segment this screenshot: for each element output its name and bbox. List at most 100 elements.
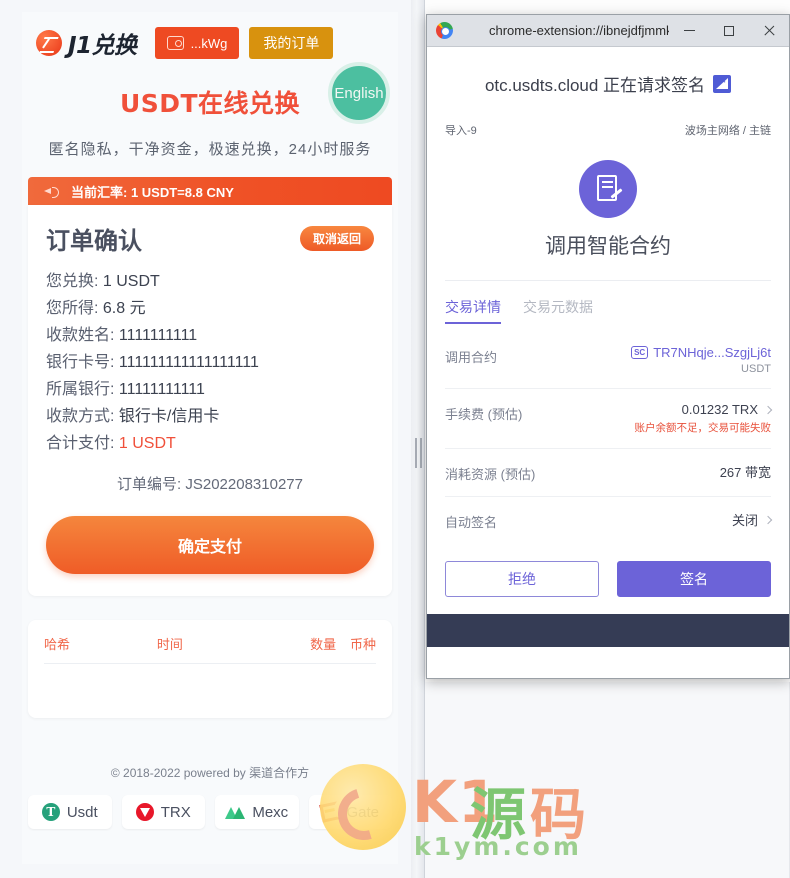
column-header-time: 时间 [156, 637, 183, 652]
site-header: J1兑换 ...kWg 我的订单 [22, 12, 398, 66]
right-background-strip [425, 682, 790, 878]
order-detail-label: 合计支付: [46, 435, 119, 452]
splitter-drag-handle-icon[interactable] [414, 438, 422, 468]
maximize-icon [724, 25, 734, 36]
exchange-page: J1兑换 ...kWg 我的订单 USDT在线兑换 English 匿名隐私，干… [0, 0, 420, 878]
wallet-icon [166, 36, 184, 50]
wallet-address-label: ...kWg [190, 35, 228, 51]
chrome-logo-icon [436, 22, 453, 39]
exchange-page-inner: J1兑换 ...kWg 我的订单 USDT在线兑换 English 匿名隐私，干… [22, 12, 398, 864]
exchange-rate-text: 当前汇率: 1 USDT=8.8 CNY [71, 184, 234, 200]
partner-chip-trx[interactable]: TRX [121, 795, 205, 829]
order-detail-label: 所属银行: [46, 381, 119, 398]
wallet-address-button[interactable]: ...kWg [154, 27, 240, 59]
transaction-detail-list: 调用合约 SC TR7NHqje...SzgjLj6t USDT 手续费 (预估) 0.0… [445, 332, 773, 544]
account-network-row: 导入-9 波场主网络 / 主链 [445, 122, 771, 138]
mexc-icon [225, 805, 246, 819]
order-detail-label: 您所得: [46, 300, 103, 317]
detail-value-line: SC TR7NHqje...SzgjLj6t [631, 345, 771, 360]
order-detail-label: 银行卡号: [46, 354, 119, 371]
order-detail-row: 银行卡号: 111111111111111111 [46, 349, 374, 376]
detail-value-group: 267 带宽 [720, 462, 771, 481]
detail-row[interactable]: 自动签名 关闭 [445, 497, 773, 544]
signature-request-heading: otc.usdts.cloud 正在请求签名 [445, 47, 771, 96]
detail-value-group: 关闭 [731, 510, 773, 529]
detail-subvalue: USDT [741, 363, 771, 375]
usdt-icon: T [41, 803, 60, 821]
brand-logo[interactable]: J1兑换 [36, 26, 137, 60]
detail-value: 关闭 [731, 513, 758, 528]
order-detail-value: 6.8 元 [102, 300, 146, 317]
partner-chip-usdt[interactable]: T Usdt [28, 795, 112, 829]
chevron-right-icon[interactable] [763, 515, 773, 524]
tronlink-extension-window: chrome-extension://ibnejdfjmmk... otc.us… [426, 14, 790, 679]
tronlink-icon [713, 74, 732, 93]
screenshot-root: J1兑换 ...kWg 我的订单 USDT在线兑换 English 匿名隐私，干… [0, 0, 790, 878]
tab-transaction-details[interactable]: 交易详情 [445, 297, 501, 324]
insufficient-balance-warning: 账户余额不足，交易可能失败 [634, 422, 772, 434]
vertical-splitter[interactable] [411, 0, 425, 878]
order-card-header: 订单确认 取消返回 [46, 221, 374, 256]
cancel-return-button[interactable]: 取消返回 [299, 226, 374, 251]
detail-value-group: 0.01232 TRX 账户余额不足，交易可能失败 [634, 402, 773, 435]
order-card-title: 订单确认 [46, 228, 142, 255]
order-detail-value: 11111111111 [118, 381, 205, 398]
smart-contract-icon [579, 160, 637, 218]
order-detail-rows: 您兑换: 1 USDT 您所得: 6.8 元收款姓名: 1111111111 银行卡… [46, 268, 374, 457]
detail-value-line: 267 带宽 [720, 462, 771, 481]
detail-row[interactable]: 手续费 (预估) 0.01232 TRX 账户余额不足，交易可能失败 [445, 389, 773, 449]
order-detail-value: 1 USDT [118, 435, 176, 452]
signature-request-text: otc.usdts.cloud 正在请求签名 [484, 76, 706, 95]
extension-body: otc.usdts.cloud 正在请求签名 导入-9 波场主网络 / 主链 调… [427, 47, 789, 647]
j1-logo-icon [36, 30, 62, 56]
detail-value-line: 0.01232 TRX [635, 402, 773, 417]
language-toggle-english[interactable]: English [328, 62, 390, 124]
extension-titlebar[interactable]: chrome-extension://ibnejdfjmmk... [427, 15, 789, 47]
detail-value[interactable]: TR7NHqje...SzgjLj6t [653, 345, 771, 360]
detail-label: 消耗资源 (预估) [445, 467, 536, 482]
page-tagline: 匿名隐私，干净资金，极速兑换，24小时服务 [48, 141, 372, 158]
maximize-button[interactable] [709, 15, 749, 47]
close-button[interactable] [749, 15, 789, 47]
transaction-table-header: 哈希 时间 数量 币种 [44, 634, 376, 664]
transaction-table-card: 哈希 时间 数量 币种 [28, 620, 392, 718]
trx-icon [135, 803, 154, 821]
detail-label: 手续费 (预估) [445, 407, 523, 422]
partner-chip-mexc[interactable]: Mexc [215, 795, 299, 829]
extension-action-bar: 拒绝 签名 [445, 561, 771, 597]
detail-label: 自动签名 [445, 515, 498, 530]
order-number-row: 订单编号: JS202208310277 [46, 473, 374, 494]
partner-name: Gate [346, 803, 380, 821]
transaction-table-body [44, 664, 376, 692]
order-detail-row: 您所得: 6.8 元 [46, 295, 374, 322]
column-header-amount: 数量 [310, 637, 337, 652]
megaphone-icon [44, 185, 59, 198]
reject-button[interactable]: 拒绝 [445, 561, 599, 597]
my-orders-button[interactable]: 我的订单 [249, 27, 334, 59]
extension-footer-bar [427, 614, 789, 647]
chevron-right-icon[interactable] [763, 405, 773, 414]
order-detail-value: 111111111111111111 [118, 354, 259, 371]
tab-transaction-metadata[interactable]: 交易元数据 [523, 297, 593, 324]
detail-value: 0.01232 TRX [681, 402, 758, 417]
brand-name: J1兑换 [68, 33, 137, 59]
order-detail-label: 您兑换: [46, 273, 103, 290]
column-header-hash: 哈希 [44, 637, 71, 652]
partner-name: TRX [160, 803, 191, 821]
page-title-row: USDT在线兑换 English [22, 62, 398, 124]
sign-button[interactable]: 签名 [617, 561, 771, 597]
order-detail-row: 您兑换: 1 USDT [46, 268, 374, 295]
confirm-payment-button[interactable]: 确定支付 [46, 516, 374, 574]
exchange-rate-banner: 当前汇率: 1 USDT=8.8 CNY [28, 177, 392, 205]
extension-window-title: chrome-extension://ibnejdfjmmk... [489, 23, 669, 38]
partner-chip-gate[interactable]: Gate [308, 795, 392, 829]
order-detail-value: 银行卡/信用卡 [118, 408, 220, 425]
detail-value: 267 带宽 [719, 465, 771, 480]
account-name: 导入-9 [445, 125, 477, 137]
order-detail-row: 收款方式: 银行卡/信用卡 [46, 403, 374, 430]
partner-name: Mexc [252, 803, 289, 821]
minimize-button[interactable] [669, 15, 709, 47]
close-icon [763, 25, 775, 37]
gate-icon [320, 801, 341, 822]
order-detail-row: 收款姓名: 1111111111 [46, 322, 374, 349]
